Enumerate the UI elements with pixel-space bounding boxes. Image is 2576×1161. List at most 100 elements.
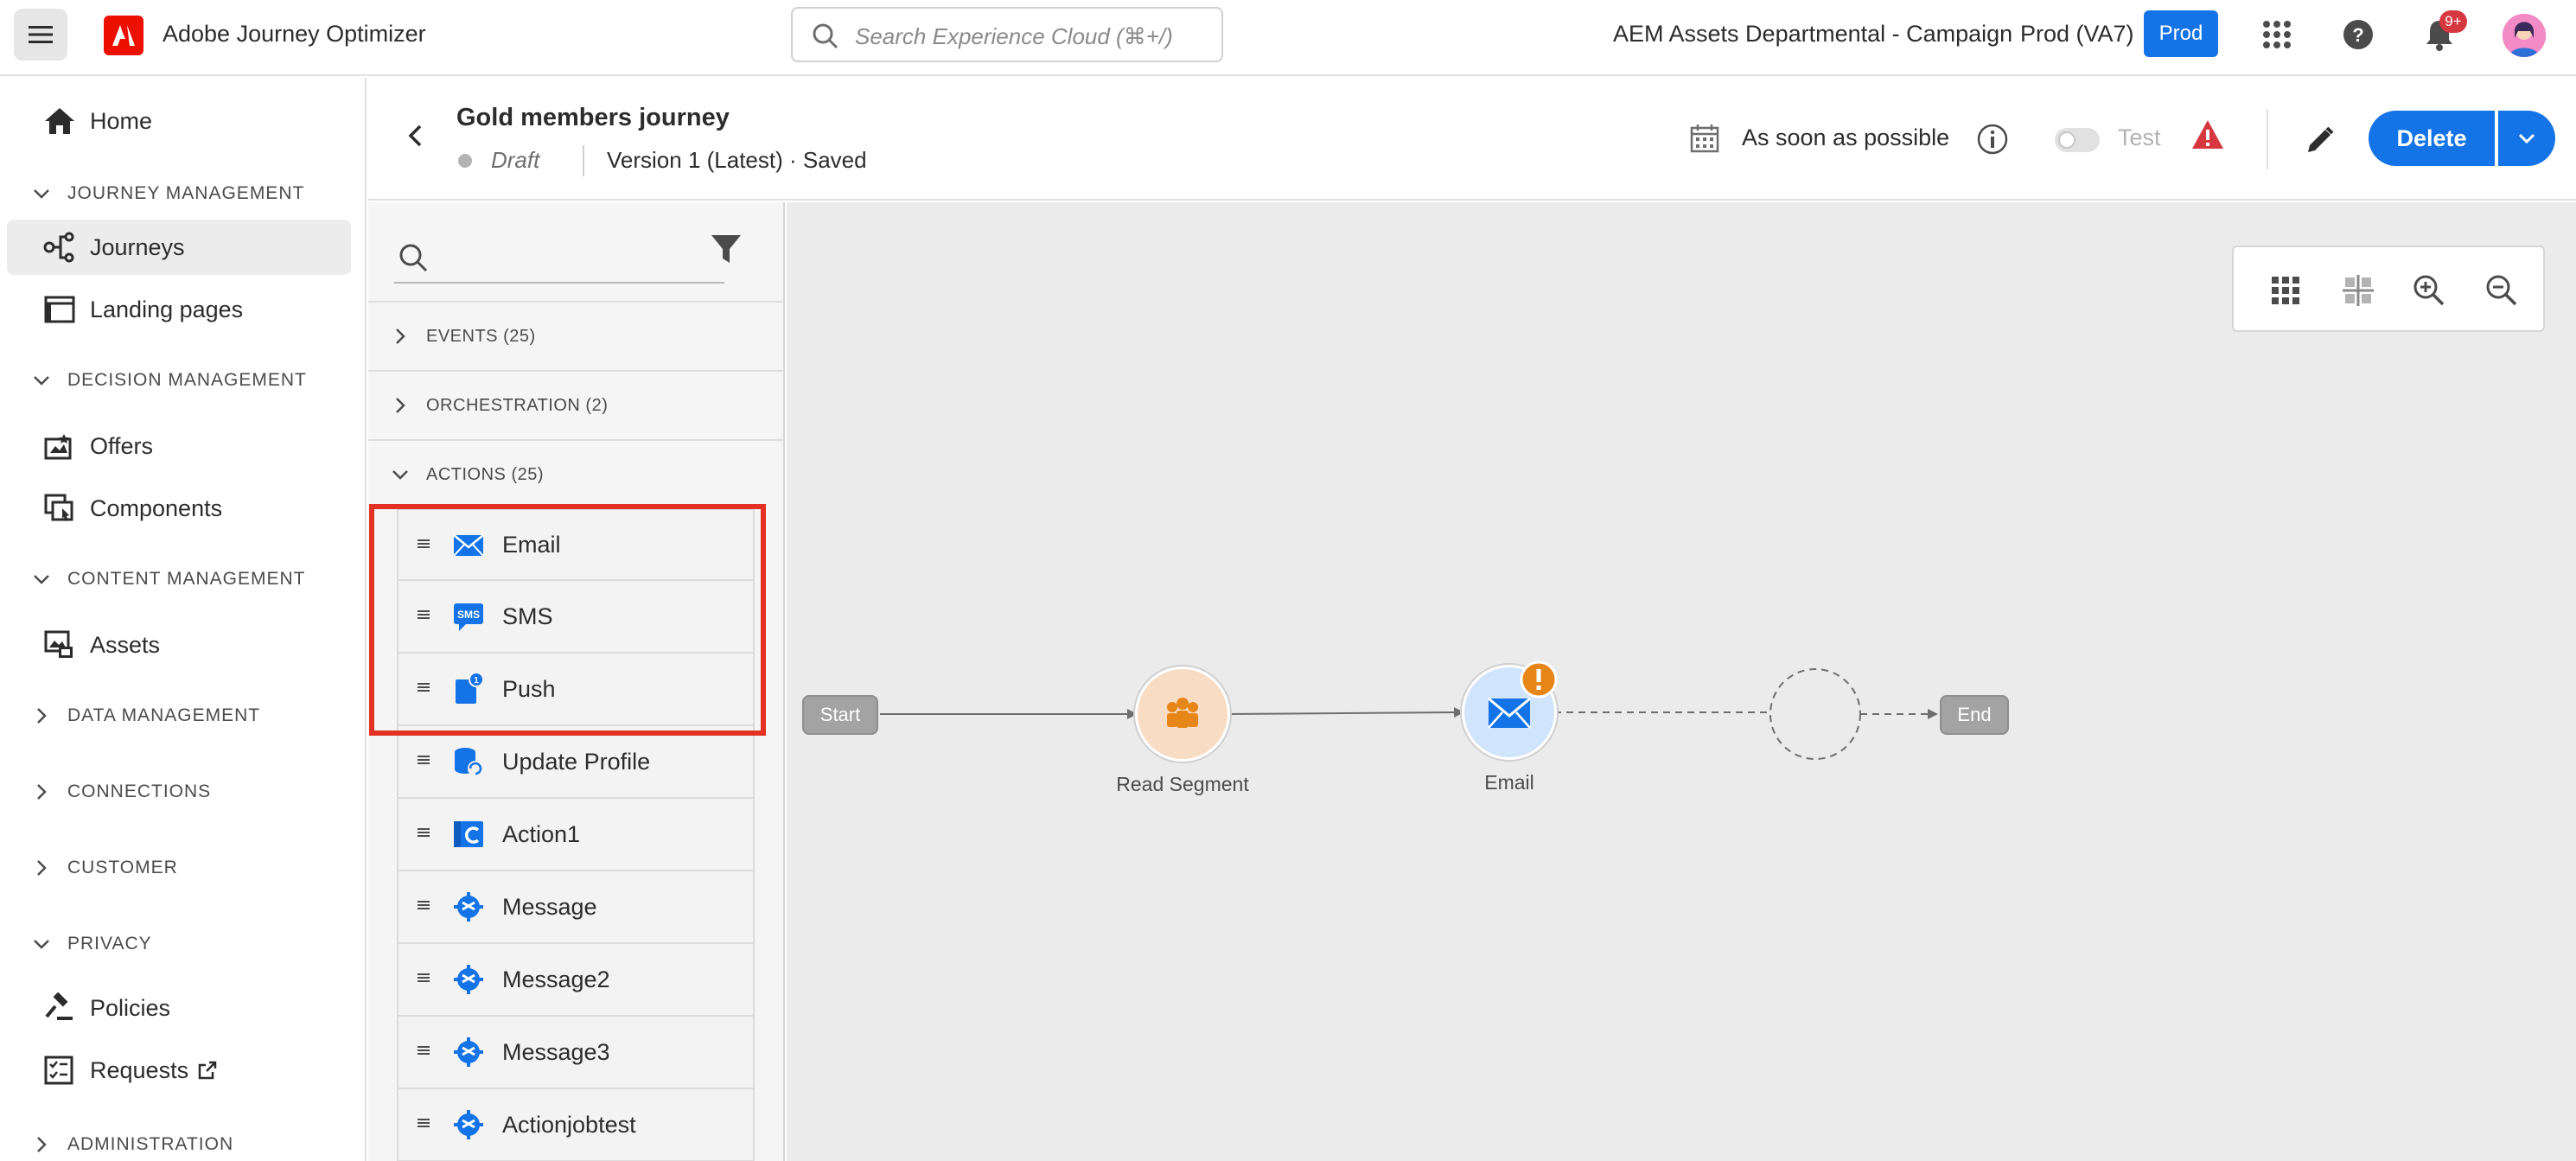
nav-item-journeys[interactable]: Journeys (7, 220, 351, 275)
action-label: Message2 (502, 966, 610, 992)
app-title[interactable]: Adobe Journey Optimizer (163, 21, 426, 48)
palette-action-sms[interactable]: SMS SMS (397, 581, 755, 654)
chevron-right-icon (37, 1137, 47, 1152)
svg-text:?: ? (2352, 24, 2363, 46)
search-input[interactable]: Search Experience Cloud (⌘+/) (791, 7, 1223, 62)
status-dot (458, 154, 472, 168)
nav-section-data-management[interactable]: DATA MANAGEMENT (31, 699, 260, 733)
start-node[interactable]: Start (802, 695, 878, 735)
warning-badge-icon[interactable] (1520, 660, 1558, 699)
org-switcher[interactable]: AEM Assets Departmental - Campaign (1613, 21, 2012, 48)
drag-handle-icon[interactable] (418, 754, 430, 766)
read-segment-node[interactable] (1138, 669, 1227, 759)
test-mode-toggle[interactable] (2055, 128, 2100, 152)
search-icon (813, 23, 838, 49)
info-icon[interactable] (1976, 123, 2009, 156)
alert-triangle-icon[interactable] (2190, 118, 2225, 152)
palette-action-message[interactable]: Message (397, 871, 755, 944)
drag-handle-icon[interactable] (418, 899, 430, 911)
palette-category-orchestration[interactable]: ORCHESTRATION (2) (368, 370, 783, 439)
sandbox-badge[interactable]: Prod (2144, 10, 2218, 57)
end-node[interactable]: End (1940, 695, 2009, 735)
nav-section-label: CONTENT MANAGEMENT (67, 569, 306, 589)
action-label: Action1 (502, 820, 581, 847)
divider (2267, 109, 2268, 169)
drag-handle-icon[interactable] (418, 826, 430, 839)
journey-schedule[interactable]: As soon as possible (1742, 124, 1949, 151)
nav-section-connections[interactable]: CONNECTIONS (31, 775, 211, 809)
nav-section-decision-management[interactable]: DECISION MANAGEMENT (31, 363, 307, 398)
external-link-icon (198, 1061, 217, 1080)
sms-icon: SMS (454, 603, 483, 631)
sandbox-name[interactable]: Prod (VA7) (2020, 21, 2134, 48)
nav-label: Components (90, 494, 223, 521)
action-label: Actionjobtest (502, 1111, 636, 1138)
nav-item-assets[interactable]: Assets (7, 617, 351, 673)
message-action-icon (454, 1037, 483, 1067)
hamburger-menu-button[interactable] (14, 9, 67, 61)
category-label: ACTIONS (25) (426, 464, 545, 484)
palette-action-message3[interactable]: Message3 (397, 1017, 755, 1089)
drag-handle-icon[interactable] (418, 1044, 430, 1056)
nav-item-offers[interactable]: Offers (7, 418, 351, 474)
nav-label: Offers (90, 432, 154, 459)
nav-label: Journeys (90, 233, 185, 260)
nav-section-administration[interactable]: ADMINISTRATION (31, 1127, 233, 1161)
palette-action-action1[interactable]: Action1 (397, 799, 755, 871)
read-segment-label: Read Segment (1116, 773, 1249, 795)
drag-handle-icon[interactable] (418, 972, 430, 984)
palette-action-update-profile[interactable]: Update Profile (397, 726, 755, 799)
palette-search-input[interactable] (394, 230, 724, 284)
chevron-down-icon (34, 189, 49, 199)
update-profile-icon (455, 748, 483, 776)
left-navigation: Home JOURNEY MANAGEMENT Journeys Landing… (0, 78, 367, 1161)
nav-item-home[interactable]: Home (7, 93, 351, 149)
filter-icon[interactable] (709, 232, 743, 266)
nav-item-landing-pages[interactable]: Landing pages (7, 282, 351, 337)
requests-checklist-icon (44, 1056, 73, 1085)
nav-section-customer[interactable]: CUSTOMER (31, 851, 178, 885)
drag-handle-icon[interactable] (418, 538, 430, 550)
nav-label: Landing pages (90, 296, 244, 322)
offers-icon (44, 434, 72, 460)
delete-dropdown-button[interactable] (2498, 111, 2555, 166)
chevron-right-icon (396, 329, 405, 344)
drag-handle-icon[interactable] (418, 609, 430, 621)
back-arrow-icon[interactable] (403, 123, 429, 149)
drag-handle-icon[interactable] (418, 681, 430, 693)
nav-section-privacy[interactable]: PRIVACY (31, 927, 152, 961)
palette-category-events[interactable]: EVENTS (25) (368, 301, 783, 370)
help-icon[interactable]: ? (2341, 17, 2375, 52)
delete-button[interactable]: Delete (2369, 111, 2495, 166)
calendar-icon[interactable] (1689, 123, 1720, 154)
edit-pencil-icon[interactable] (2305, 124, 2336, 156)
palette-action-message2[interactable]: Message2 (397, 944, 755, 1017)
app-switcher-icon[interactable] (2260, 17, 2294, 52)
action-label: Message (502, 893, 597, 920)
chevron-down-icon (34, 940, 49, 949)
nav-item-components[interactable]: Components (7, 481, 351, 536)
activity-palette: EVENTS (25) ORCHESTRATION (2) ACTIONS (2… (368, 202, 785, 1161)
palette-action-actionjobtest[interactable]: Actionjobtest (397, 1089, 755, 1161)
chevron-right-icon (37, 708, 47, 724)
nav-item-policies[interactable]: Policies (7, 980, 351, 1036)
adobe-logo-icon[interactable] (104, 16, 143, 55)
chevron-right-icon (37, 784, 47, 800)
chevron-down-icon (2518, 133, 2535, 144)
palette-category-actions[interactable]: ACTIONS (25) (368, 439, 783, 508)
palette-action-email[interactable]: Email (397, 508, 755, 581)
nav-section-label: CONNECTIONS (67, 781, 212, 801)
journeys-icon (43, 232, 74, 263)
nav-section-content-management[interactable]: CONTENT MANAGEMENT (31, 562, 305, 596)
nav-item-requests[interactable]: Requests (7, 1043, 351, 1098)
drag-handle-icon[interactable] (418, 1117, 430, 1129)
action-label: Message3 (502, 1038, 610, 1065)
email-node-label: Email (1484, 771, 1534, 794)
palette-action-push[interactable]: 1 Push (397, 654, 755, 726)
journey-canvas[interactable]: Start Read Segment Email End (787, 202, 2576, 1161)
nav-section-journey-management[interactable]: JOURNEY MANAGEMENT (31, 176, 304, 211)
user-avatar[interactable] (2503, 14, 2546, 57)
chevron-down-icon (392, 470, 408, 480)
action-label: Update Profile (502, 748, 651, 775)
nav-label: Requests (90, 1056, 189, 1083)
